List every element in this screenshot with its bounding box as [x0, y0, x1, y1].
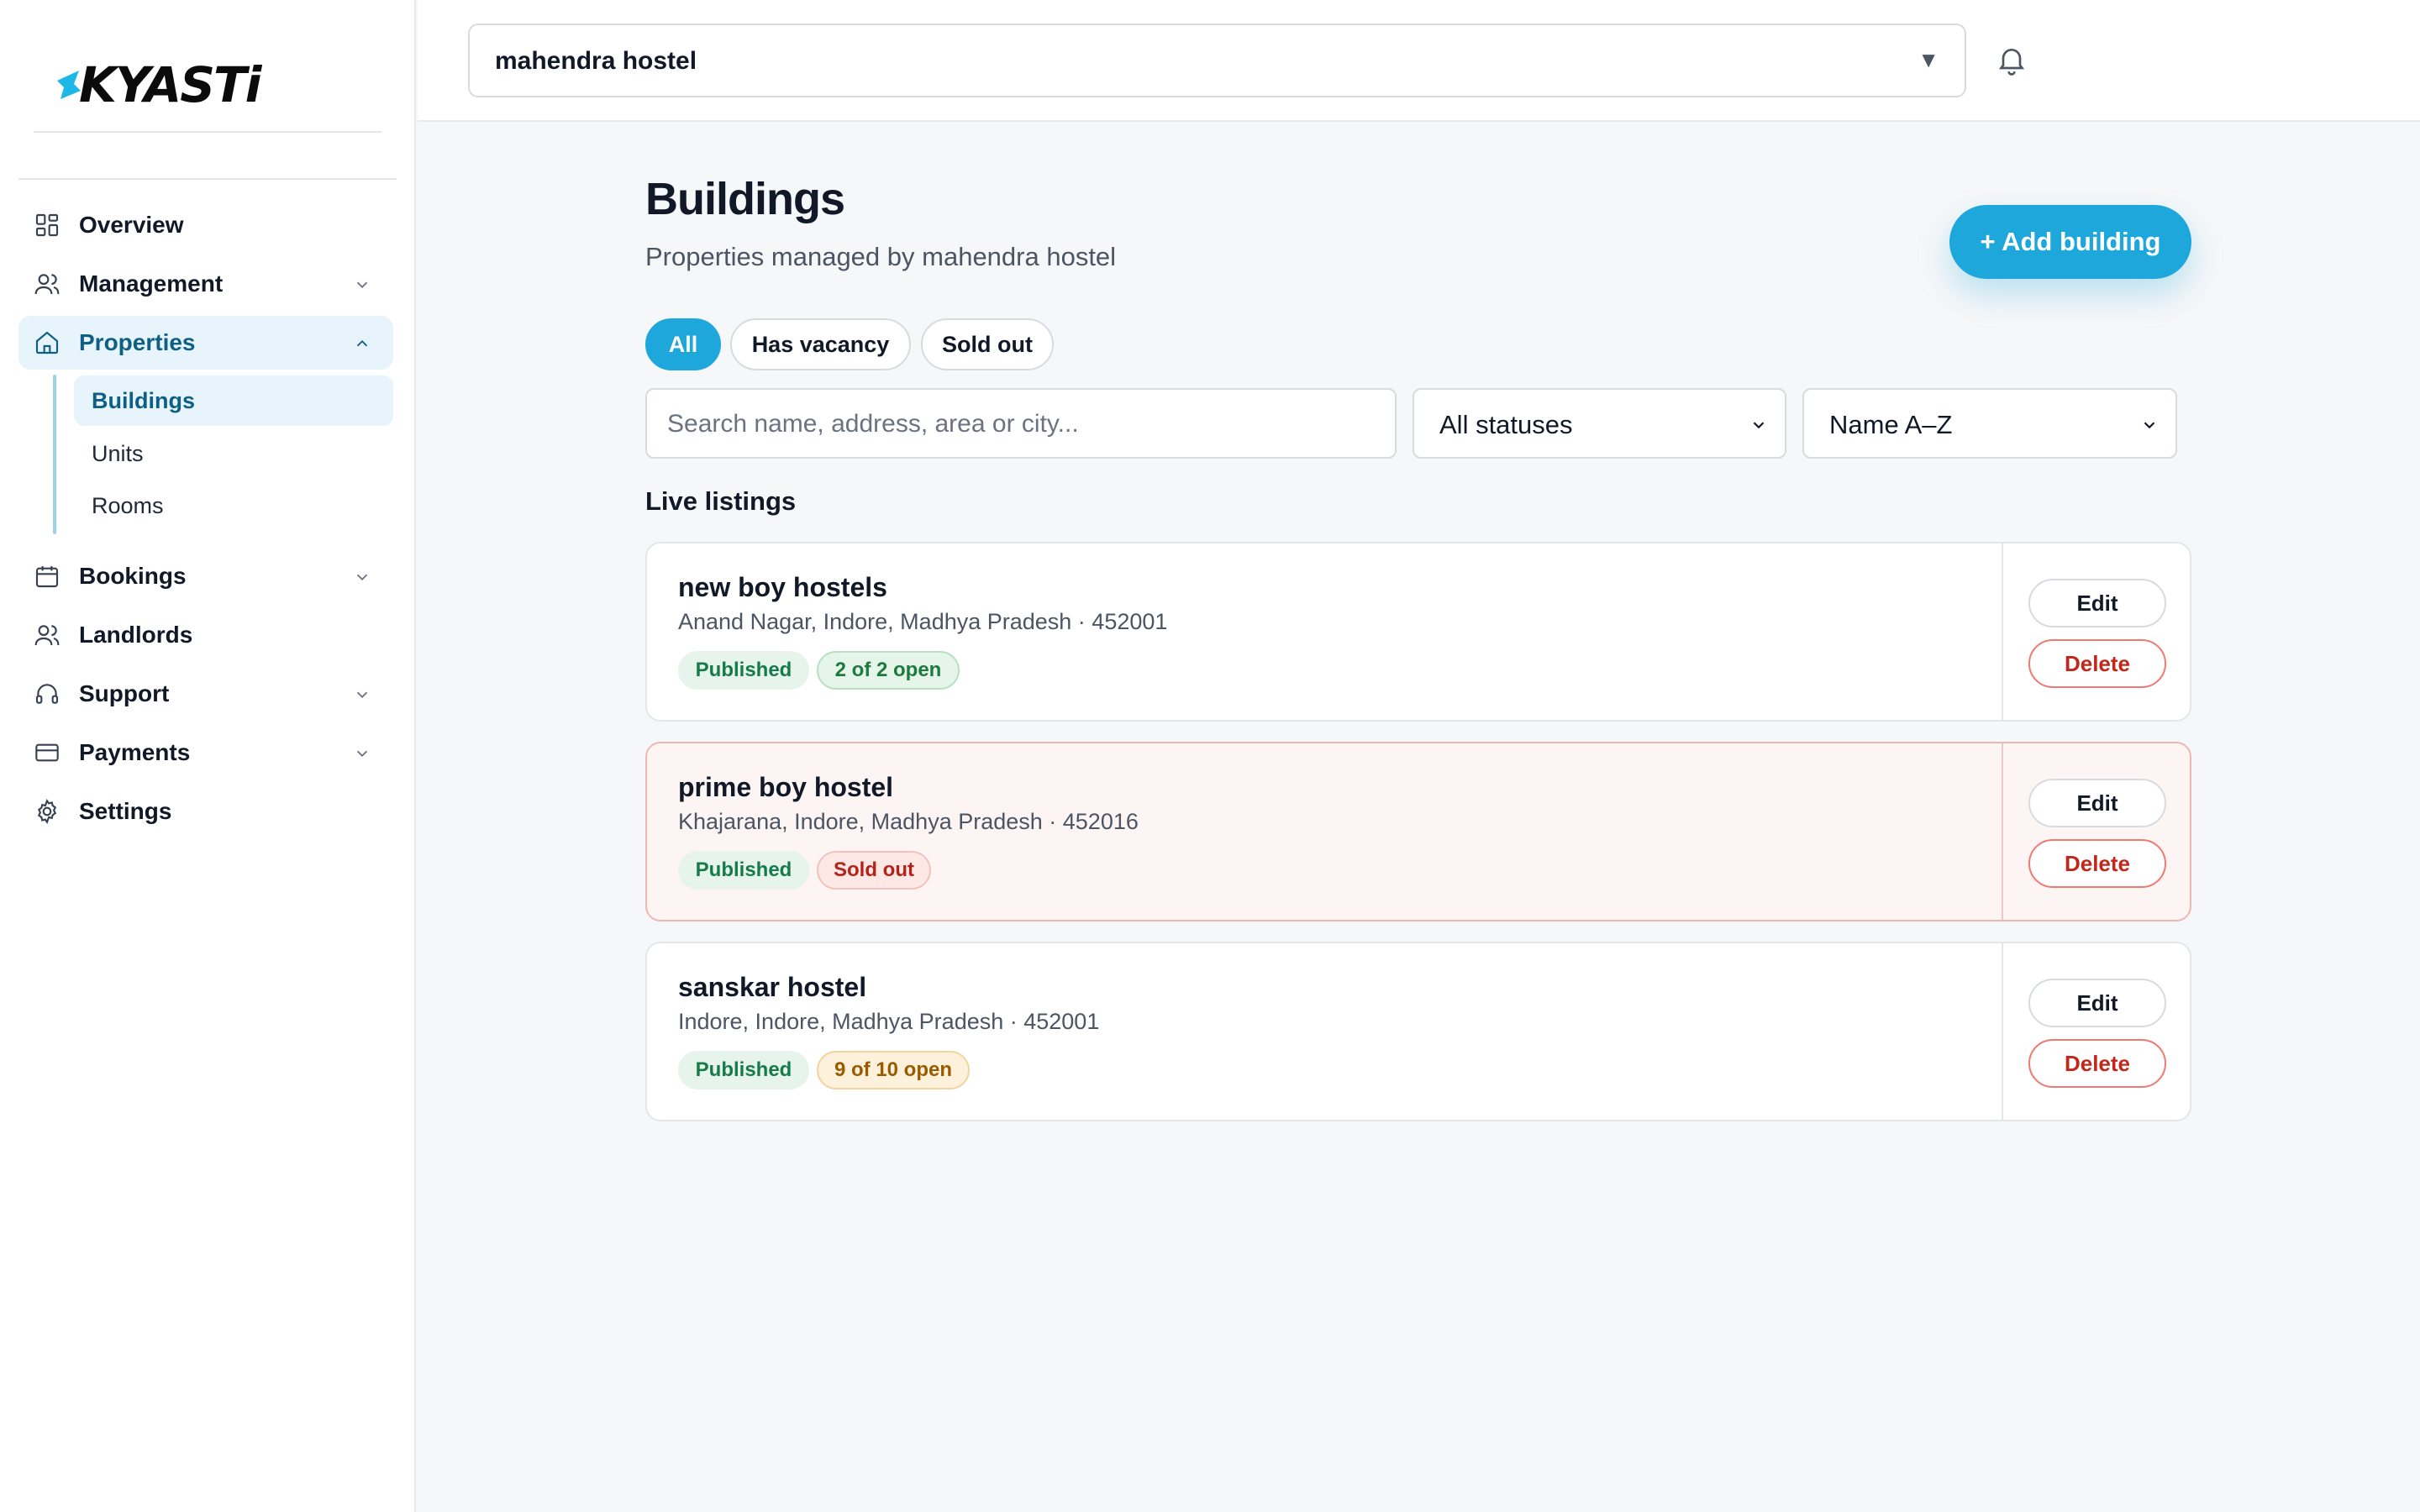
filter-chip-sold-out[interactable]: Sold out	[921, 318, 1054, 370]
chevron-down-icon	[2144, 422, 2155, 429]
logo-mark-icon	[57, 71, 81, 99]
listing-address: Anand Nagar, Indore, Madhya Pradesh · 45…	[678, 609, 1168, 634]
delete-button[interactable]: Delete	[2028, 839, 2166, 888]
sidebar-item-label: Support	[79, 680, 170, 706]
chevron-down-icon[interactable]	[353, 276, 371, 294]
grid-icon	[35, 213, 59, 237]
sidebar-item-label: Landlords	[79, 622, 193, 648]
page-subtitle: Properties managed by mahendra hostel	[645, 242, 1117, 271]
sidebar-item-label: Bookings	[79, 563, 187, 589]
edit-button[interactable]: Edit	[2028, 779, 2166, 827]
chevron-down-icon[interactable]	[353, 685, 371, 704]
sidebar-item-properties[interactable]: Properties	[18, 316, 393, 370]
divider	[2002, 543, 2003, 720]
chevron-up-icon[interactable]	[353, 334, 371, 353]
submenu-rail	[53, 375, 56, 534]
sidebar-item-label: Overview	[79, 212, 184, 238]
divider	[34, 131, 381, 133]
page-title: Buildings	[645, 174, 845, 224]
sidebar-subitem-rooms[interactable]: Rooms	[74, 480, 393, 531]
status-filter-select[interactable]: All statuses	[1413, 388, 1786, 459]
headset-icon	[35, 684, 59, 704]
divider	[2002, 743, 2003, 920]
sidebar-subitem-label: Buildings	[92, 387, 195, 413]
listing-address: Indore, Indore, Madhya Pradesh · 452001	[678, 1009, 1100, 1034]
bell-icon[interactable]	[1995, 42, 2028, 77]
filter-chip-all[interactable]: All	[645, 318, 721, 370]
sidebar-item-payments[interactable]: Payments	[18, 726, 393, 780]
users-icon	[34, 625, 60, 646]
logo[interactable]: KYASTi	[54, 55, 262, 114]
listing-name: prime boy hostel	[678, 772, 894, 802]
credit-card-icon	[35, 743, 59, 762]
calendar-icon	[35, 566, 59, 588]
chevron-down-icon[interactable]	[353, 568, 371, 586]
logo-letter: K	[79, 56, 117, 113]
status-badge: Published	[678, 651, 809, 690]
sidebar-item-label: Settings	[79, 798, 172, 824]
search-input[interactable]: Search name, address, area or city...	[645, 388, 1397, 459]
delete-button[interactable]: Delete	[2028, 1039, 2166, 1088]
sidebar-subitem-label: Units	[92, 440, 144, 466]
chevron-down-icon[interactable]	[353, 744, 371, 763]
availability-badge: 9 of 10 open	[817, 1051, 970, 1089]
sidebar-item-label: Properties	[79, 329, 196, 355]
sidebar-item-support[interactable]: Support	[18, 667, 393, 721]
delete-button[interactable]: Delete	[2028, 639, 2166, 688]
listing-name: sanskar hostel	[678, 972, 867, 1002]
availability-badge: 2 of 2 open	[817, 651, 960, 690]
status-filter-value: All statuses	[1439, 410, 1573, 439]
edit-button[interactable]: Edit	[2028, 979, 2166, 1027]
listing-name: new boy hostels	[678, 572, 887, 602]
edit-button[interactable]: Edit	[2028, 579, 2166, 627]
listing-address: Khajarana, Indore, Madhya Pradesh · 4520…	[678, 809, 1139, 834]
divider	[2002, 943, 2003, 1120]
organization-select-value: mahendra hostel	[495, 47, 697, 75]
organization-select[interactable]: mahendra hostel ▼	[468, 24, 1966, 97]
sidebar-subitem-label: Rooms	[92, 492, 164, 518]
sidebar-item-bookings[interactable]: Bookings	[18, 549, 393, 603]
search-placeholder: Search name, address, area or city...	[667, 410, 1079, 438]
caret-down-icon: ▼	[1918, 47, 1939, 72]
sidebar-item-management[interactable]: Management	[18, 257, 393, 311]
listing-card[interactable]: sanskar hostel Indore, Indore, Madhya Pr…	[645, 942, 2191, 1121]
sidebar-subitem-units[interactable]: Units	[74, 428, 393, 479]
add-building-button[interactable]: + Add building	[1949, 205, 2191, 279]
sort-select[interactable]: Name A–Z	[1802, 388, 2177, 459]
status-badge: Published	[678, 1051, 809, 1089]
home-icon	[35, 331, 59, 354]
sidebar: KYASTi Overview Management Properties Bu…	[0, 0, 416, 1512]
sort-value: Name A–Z	[1829, 410, 1953, 439]
sidebar-item-label: Management	[79, 270, 224, 297]
gear-icon	[37, 799, 57, 824]
listing-card[interactable]: new boy hostels Anand Nagar, Indore, Mad…	[645, 542, 2191, 722]
listing-card[interactable]: prime boy hostel Khajarana, Indore, Madh…	[645, 742, 2191, 921]
sidebar-item-landlords[interactable]: Landlords	[18, 608, 393, 662]
filter-chip-has-vacancy[interactable]: Has vacancy	[730, 318, 911, 370]
availability-badge: Sold out	[817, 851, 931, 890]
status-badge: Published	[678, 851, 809, 890]
chevron-down-icon	[1753, 422, 1765, 429]
section-heading: Live listings	[645, 486, 797, 516]
divider	[18, 178, 397, 180]
topbar: mahendra hostel ▼	[418, 0, 2420, 122]
logo-wordmark: YASTi	[114, 56, 262, 113]
sidebar-item-label: Payments	[79, 739, 191, 765]
sidebar-item-overview[interactable]: Overview	[18, 198, 393, 252]
users-icon	[34, 274, 60, 295]
sidebar-subitem-buildings[interactable]: Buildings	[74, 375, 393, 426]
sidebar-item-settings[interactable]: Settings	[18, 785, 393, 838]
